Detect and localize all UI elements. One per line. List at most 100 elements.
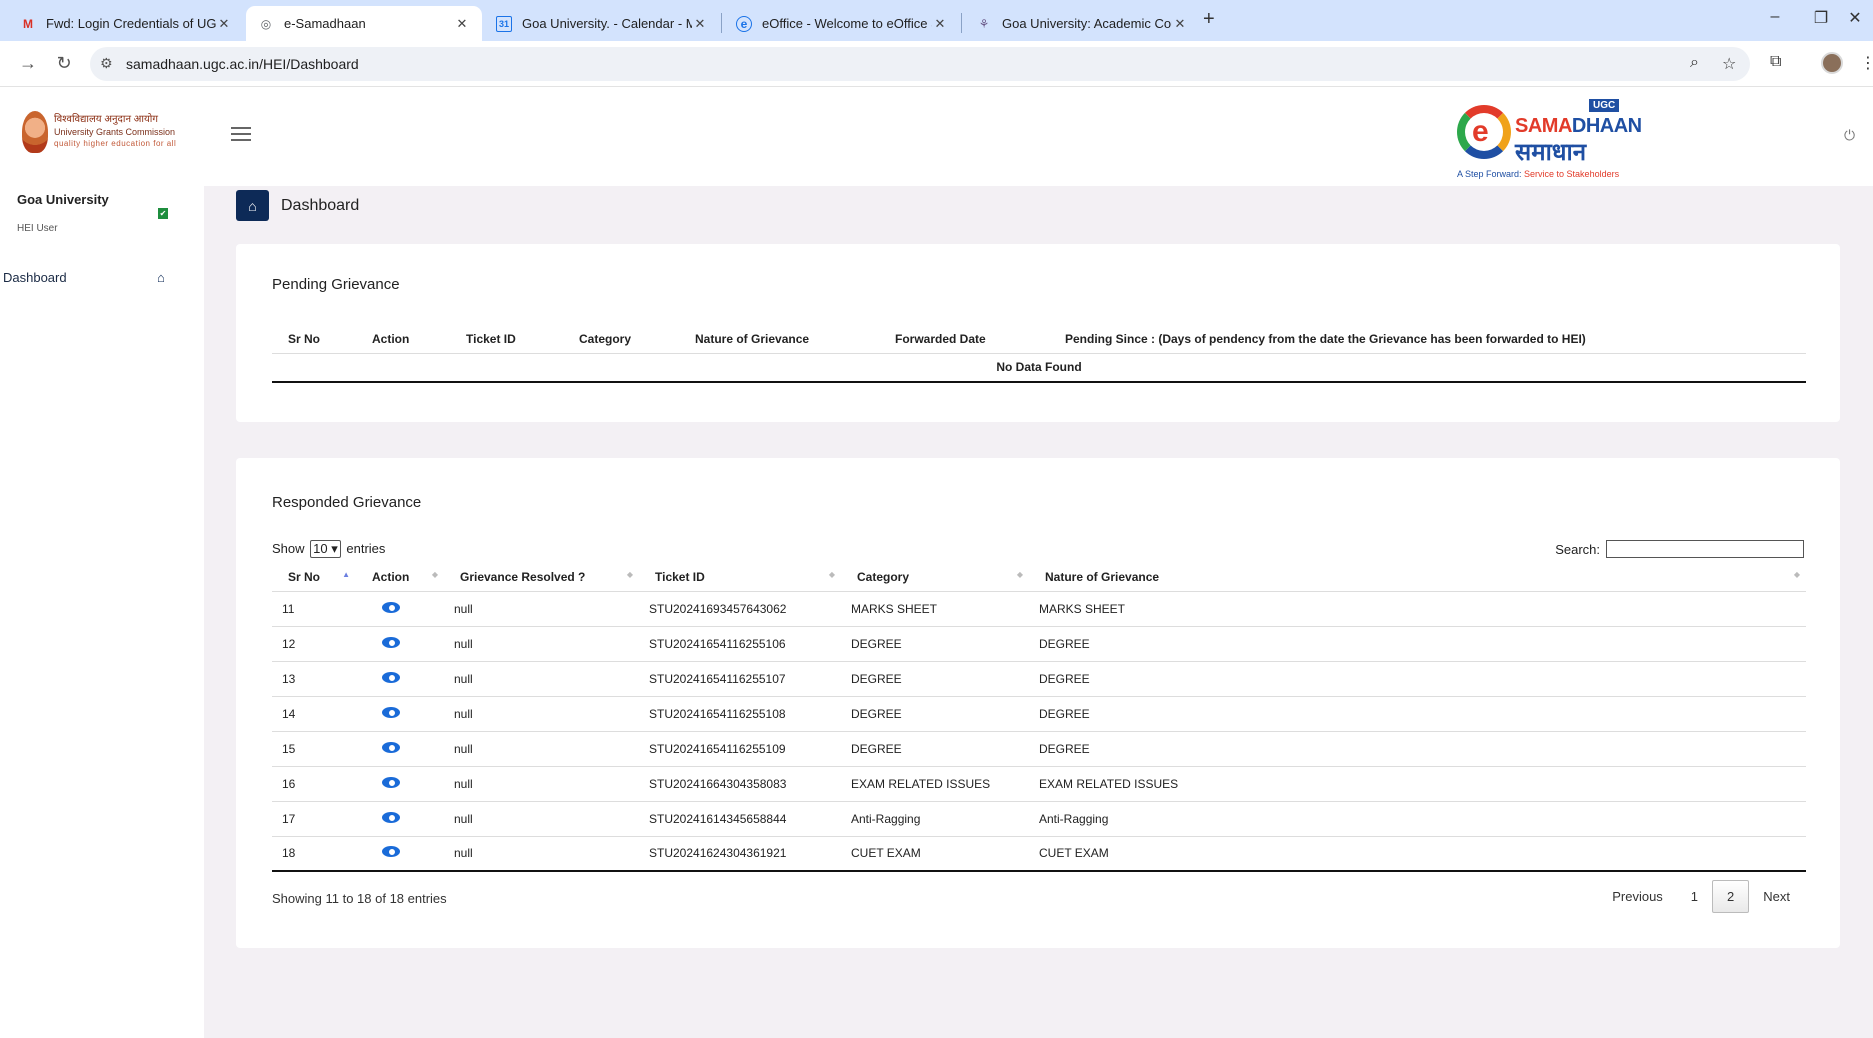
samadhaan-logo: e UGC SAMADHAAN समाधान A Step Forward: S… [1455,95,1642,181]
table-row: 14 null STU20241654116255108 DEGREE DEGR… [272,695,1806,731]
previous-page-button[interactable]: Previous [1598,881,1677,912]
browser-tab-e-samadhaan[interactable]: ◎ e-Samadhaan ✕ [246,6,482,41]
breadcrumb-home-icon[interactable]: ⌂ [236,190,269,221]
column-header[interactable]: Forwarded Date [879,326,1049,353]
browser-tab-eoffice[interactable]: e eOffice - Welcome to eOffice Su ✕ [724,6,960,41]
browser-tab-academic-council[interactable]: ⚘ Goa University: Academic Coun ✕ [964,6,1200,41]
cell-sr-no: 11 [272,590,356,626]
column-header[interactable]: Category [563,326,679,353]
page-button-1[interactable]: 1 [1677,881,1712,912]
globe-icon: ◎ [260,16,272,31]
restore-icon[interactable]: ❐ [1806,8,1836,28]
cell-ticket-id: STU20241654116255106 [639,625,841,661]
ugc-badge: UGC [1589,99,1620,112]
bookmark-star-icon[interactable]: ☆ [1722,54,1736,74]
sidebar-item-label: Dashboard [3,270,67,285]
samadhaan-hindi: समाधान [1515,139,1587,166]
cell-action [356,660,444,696]
column-header[interactable]: Ticket ID [450,326,563,353]
site-info-icon[interactable]: ⚙ [100,55,113,72]
zoom-icon[interactable]: ⌕ [1690,54,1699,72]
column-header-ticket-id[interactable]: Ticket ID ◆ [639,564,841,591]
hamburger-menu-icon[interactable] [231,127,251,141]
cell-sr-no: 14 [272,695,356,731]
pending-grievance-table: Sr No Action Ticket ID Category Nature o… [272,326,1806,383]
view-eye-icon[interactable] [382,601,400,613]
next-page-button[interactable]: Next [1749,881,1804,912]
cell-sr-no: 17 [272,800,356,836]
menu-dots-icon[interactable]: ⋮ [1860,53,1873,73]
column-header-action[interactable]: Action ◆ [356,564,444,591]
power-icon[interactable]: ⏻ [1844,127,1855,144]
empty-table-message: No Data Found [272,352,1806,382]
address-bar[interactable]: ⚙ samadhaan.ugc.ac.in/HEI/Dashboard ⌕ ☆ [90,47,1750,81]
sidebar-university-name: Goa University [17,192,109,207]
cell-ticket-id: STU20241654116255109 [639,730,841,766]
pending-grievance-title: Pending Grievance [272,276,400,293]
column-header-sr-no[interactable]: Sr No ▲ [272,564,356,591]
ugc-hindi-name: विश्वविद्यालय अनुदान आयोग [54,114,159,125]
view-eye-icon[interactable] [382,776,400,788]
cell-action [356,730,444,766]
page-button-2-current[interactable]: 2 [1712,880,1750,913]
cell-resolved: null [444,765,639,801]
samadhaan-e-icon: e [1472,115,1489,148]
cell-resolved: null [444,625,639,661]
window-close-icon[interactable]: ✕ [1840,8,1870,28]
extensions-icon[interactable]: ⧉ [1770,53,1781,71]
ugc-logo[interactable]: विश्वविद्यालय अनुदान आयोग University Gra… [22,111,176,153]
cell-resolved: null [444,590,639,626]
view-eye-icon[interactable] [382,636,400,648]
view-eye-icon[interactable] [382,671,400,683]
close-icon[interactable]: ✕ [216,16,232,32]
table-row: 11 null STU20241693457643062 MARKS SHEET… [272,590,1806,626]
column-header[interactable]: Action [356,326,450,353]
close-icon[interactable]: ✕ [692,16,708,32]
column-header[interactable]: Pending Since : (Days of pendency from t… [1049,326,1806,353]
ugc-logo-text: विश्वविद्यालय अनुदान आयोग University Gra… [54,114,176,150]
reload-icon[interactable]: ↻ [52,53,76,74]
responded-grievance-table: Sr No ▲ Action ◆ Grievance Resolved ? ◆ Tic… [272,564,1806,872]
column-header-nature[interactable]: Nature of Grievance ◆ [1029,564,1806,591]
forward-icon[interactable]: → [16,53,40,74]
close-icon[interactable]: ✕ [1172,16,1188,32]
samadhaan-tagline-b: Service to Stakeholders [1524,169,1620,179]
close-icon[interactable]: ✕ [932,16,948,32]
cell-ticket-id: STU20241654116255108 [639,695,841,731]
cell-resolved: null [444,835,639,871]
table-row: No Data Found [272,352,1806,382]
column-header[interactable]: Nature of Grievance [679,326,879,353]
view-eye-icon[interactable] [382,846,400,858]
cell-sr-no: 16 [272,765,356,801]
cell-action [356,800,444,836]
url-text[interactable]: samadhaan.ugc.ac.in/HEI/Dashboard [126,56,359,72]
column-header-resolved[interactable]: Grievance Resolved ? ◆ [444,564,639,591]
cell-action [356,765,444,801]
browser-tab-calendar[interactable]: 31 Goa University. - Calendar - Ma ✕ [484,6,720,41]
entries-select[interactable]: 10 ▾ [310,540,341,558]
entries-select-value: 10 [313,541,328,556]
profile-avatar[interactable] [1821,52,1843,74]
new-tab-button[interactable]: + [1203,8,1215,31]
table-row: 15 null STU20241654116255109 DEGREE DEGR… [272,730,1806,766]
close-icon[interactable]: ✕ [454,16,470,32]
column-header-category[interactable]: Category ◆ [841,564,1029,591]
minimize-icon[interactable]: – [1760,8,1790,26]
cell-category: DEGREE [841,695,1029,731]
cell-category: Anti-Ragging [841,800,1029,836]
search-input[interactable] [1606,540,1804,558]
tab-title: Goa University. - Calendar - Ma [522,16,692,31]
column-header[interactable]: Sr No [272,326,356,353]
sidebar-item-dashboard[interactable]: Dashboard ⌂ [3,270,173,290]
browser-tab-gmail[interactable]: M Fwd: Login Credentials of UGC ✕ [8,6,244,41]
cell-sr-no: 13 [272,660,356,696]
cell-nature: DEGREE [1029,660,1806,696]
view-eye-icon[interactable] [382,706,400,718]
samadhaan-tagline: A Step Forward: Service to Stakeholders [1457,169,1619,179]
column-header-label: Sr No [288,570,321,585]
view-eye-icon[interactable] [382,811,400,823]
view-eye-icon[interactable] [382,741,400,753]
sort-icon: ◆ [626,570,633,579]
cell-category: EXAM RELATED ISSUES [841,765,1029,801]
responded-grievance-title: Responded Grievance [272,494,422,511]
